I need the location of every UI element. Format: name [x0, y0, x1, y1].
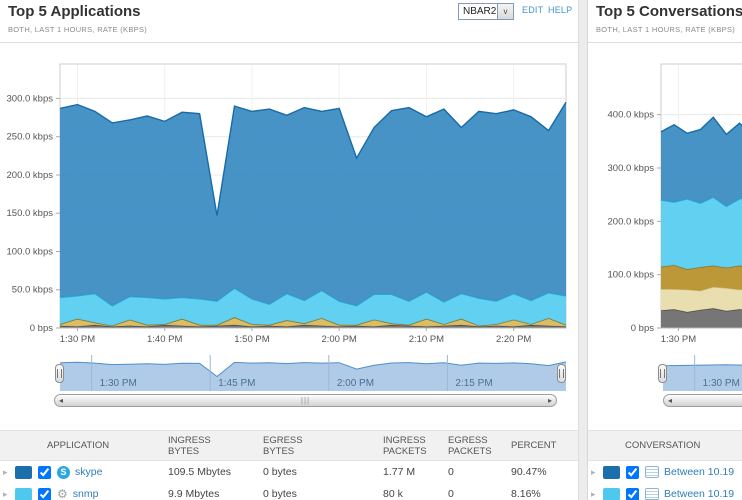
- range-handle-left[interactable]: [658, 364, 667, 383]
- chart-subtitle: BOTH, LAST 1 HOURS, RATE (KBPS): [596, 25, 735, 34]
- conversations-chart: 400.0 kbps 300.0 kbps 200.0 kbps 100.0 kbps…: [588, 0, 742, 500]
- series-color-swatch: [603, 466, 620, 479]
- time-range-selector[interactable]: [663, 356, 742, 392]
- applications-table: APPLICATION INGRESS BYTES EGRESS BYTES I…: [0, 430, 578, 500]
- x-axis-label: 2:10 PM: [409, 334, 444, 345]
- conversations-header: Top 5 Conversations BOTH, LAST 1 HOURS, …: [588, 0, 742, 43]
- percent-value: 90.47%: [508, 466, 578, 478]
- series-area-skype: [60, 102, 566, 305]
- table-row: ▸ ⚙ snmp 9.9 Mbytes 0 bytes 80 k 0 8.16%: [0, 483, 578, 500]
- table-header: APPLICATION INGRESS BYTES EGRESS BYTES I…: [0, 430, 578, 461]
- page-title: Top 5 Applications: [8, 3, 141, 20]
- x-axis-label: 2:00 PM: [321, 334, 356, 345]
- edit-link[interactable]: EDIT: [522, 5, 543, 15]
- table-row: ▸ S skype 109.5 Mbytes 0 bytes 1.77 M 0 …: [0, 461, 578, 483]
- gear-icon: ⚙: [57, 488, 68, 500]
- column-header-ingress-bytes: INGRESS BYTES: [165, 435, 260, 457]
- y-axis-label: 0 bps: [30, 323, 53, 334]
- column-header-conversation: CONVERSATION: [588, 440, 742, 451]
- x-axis-label: 1:30 PM: [661, 334, 696, 345]
- y-axis-label: 150.0 kbps: [7, 208, 54, 219]
- series-checkbox[interactable]: [38, 466, 51, 479]
- series-checkbox[interactable]: [626, 466, 639, 479]
- expand-caret-icon[interactable]: ▸: [3, 467, 12, 478]
- dropdown-value: NBAR2: [459, 6, 496, 17]
- y-axis-label: 100.0 kbps: [608, 270, 655, 281]
- ingress-bytes-value: 9.9 Mbytes: [165, 488, 260, 500]
- table-row: ▸ Between 10.19: [588, 483, 742, 500]
- y-axis-label: 300.0 kbps: [608, 163, 655, 174]
- y-axis-label: 0 bps: [631, 323, 654, 334]
- x-axis-label: 1:40 PM: [147, 334, 182, 345]
- series-checkbox[interactable]: [626, 488, 639, 500]
- application-link[interactable]: skype: [75, 466, 102, 478]
- top-conversations-panel: 400.0 kbps 300.0 kbps 200.0 kbps 100.0 kbps…: [588, 0, 742, 500]
- series-area-conversation-3: [661, 265, 742, 291]
- range-handle-left[interactable]: [55, 364, 64, 383]
- series-color-swatch: [15, 466, 32, 479]
- expand-caret-icon[interactable]: ▸: [3, 489, 12, 500]
- applications-chart: 300.0 kbps 250.0 kbps 200.0 kbps 150.0 kbps…: [0, 0, 578, 500]
- scroll-right-icon[interactable]: ▸: [548, 395, 552, 406]
- series-area-conversation-5: [661, 308, 742, 328]
- table-header: CONVERSATION: [588, 430, 742, 461]
- y-axis-label: 300.0 kbps: [7, 93, 54, 104]
- skype-icon: S: [57, 466, 70, 479]
- series-checkbox[interactable]: [38, 488, 51, 500]
- y-axis-label: 200.0 kbps: [608, 216, 655, 227]
- expand-caret-icon[interactable]: ▸: [591, 467, 600, 478]
- series-color-swatch: [603, 488, 620, 500]
- nbar2-dropdown[interactable]: NBAR2 v: [458, 3, 514, 20]
- help-link[interactable]: HELP: [548, 5, 572, 15]
- chevron-down-icon: v: [497, 4, 513, 19]
- scroll-left-icon[interactable]: ◂: [668, 395, 672, 406]
- application-link[interactable]: snmp: [73, 488, 99, 500]
- page-title: Top 5 Conversations: [596, 3, 742, 20]
- expand-caret-icon[interactable]: ▸: [591, 489, 600, 500]
- chart-subtitle: BOTH, LAST 1 HOURS, RATE (KBPS): [8, 25, 147, 34]
- scroll-left-icon[interactable]: ◂: [59, 395, 63, 406]
- conversation-link[interactable]: Between 10.19: [664, 488, 734, 500]
- conversation-icon: [645, 488, 659, 500]
- time-range-selector[interactable]: [60, 356, 566, 392]
- column-header-application: APPLICATION: [0, 440, 165, 451]
- scrollbar-grip[interactable]: |||: [301, 395, 310, 406]
- table-row: ▸ Between 10.19: [588, 461, 742, 483]
- x-axis-label: 1:30 PM: [60, 334, 95, 345]
- y-axis-label: 200.0 kbps: [7, 170, 54, 181]
- horizontal-scrollbar[interactable]: ◂ ||| ▸: [54, 394, 557, 407]
- range-handle-right[interactable]: [557, 364, 566, 383]
- applications-header: Top 5 Applications BOTH, LAST 1 HOURS, R…: [0, 0, 578, 43]
- column-header-percent: PERCENT: [508, 440, 578, 451]
- series-area-conversation-2: [661, 197, 742, 269]
- egress-packets-value: 0: [445, 466, 508, 478]
- y-axis-label: 100.0 kbps: [7, 246, 54, 257]
- percent-value: 8.16%: [508, 488, 578, 500]
- y-axis-label: 400.0 kbps: [608, 110, 655, 121]
- conversations-table: CONVERSATION ▸ Between 10.19 ▸ Between: [588, 430, 742, 500]
- column-header-ingress-packets: INGRESS PACKETS: [380, 435, 445, 457]
- x-axis-label: 1:50 PM: [234, 334, 269, 345]
- x-axis-label: 2:20 PM: [496, 334, 531, 345]
- conversation-link[interactable]: Between 10.19: [664, 466, 734, 478]
- top-applications-panel: 300.0 kbps 250.0 kbps 200.0 kbps 150.0 kbps…: [0, 0, 579, 500]
- egress-packets-value: 0: [445, 488, 508, 500]
- y-axis-label: 250.0 kbps: [7, 132, 54, 143]
- horizontal-scrollbar[interactable]: ◂ ||| ▸: [663, 394, 742, 407]
- ingress-packets-value: 80 k: [380, 488, 445, 500]
- panel-divider: [579, 0, 588, 500]
- egress-bytes-value: 0 bytes: [260, 488, 380, 500]
- conversation-icon: [645, 466, 659, 478]
- series-color-swatch: [15, 488, 32, 500]
- egress-bytes-value: 0 bytes: [260, 466, 380, 478]
- column-header-egress-packets: EGRESS PACKETS: [445, 435, 508, 457]
- ingress-packets-value: 1.77 M: [380, 466, 445, 478]
- column-header-egress-bytes: EGRESS BYTES: [260, 435, 380, 457]
- ingress-bytes-value: 109.5 Mbytes: [165, 466, 260, 478]
- y-axis-label: 50.0 kbps: [12, 285, 53, 296]
